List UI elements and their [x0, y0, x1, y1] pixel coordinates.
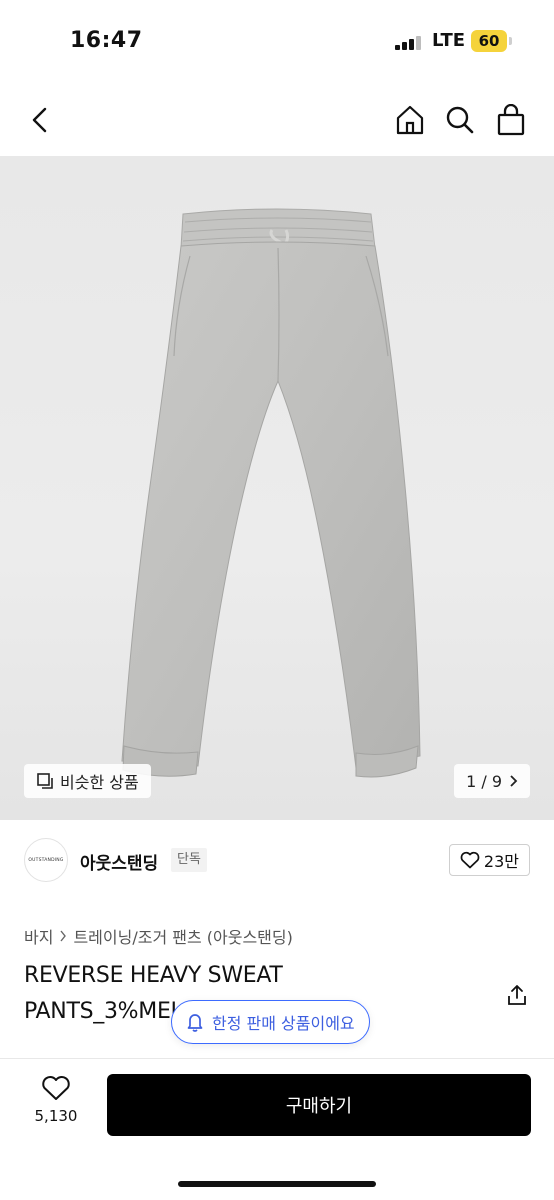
chevron-left-icon[interactable] — [20, 100, 60, 140]
brand-like-button[interactable]: 23만 — [448, 844, 530, 876]
brand-row: OUTSTANDING 아웃스탠딩 단독 23만 — [0, 836, 554, 884]
heart-icon — [460, 851, 480, 869]
signal-icon — [395, 36, 423, 50]
product-image — [121, 208, 421, 778]
limited-sale-text: 한정 판매 상품이에요 — [212, 1014, 355, 1033]
network-label: LTE — [432, 30, 466, 51]
product-like-count: 5,130 — [34, 1107, 78, 1125]
brand-name[interactable]: 아웃스탠딩 — [80, 849, 158, 874]
bell-icon — [187, 1014, 203, 1032]
battery-tip — [509, 37, 512, 45]
similar-products-label: 비슷한 상품 — [60, 773, 139, 792]
bottom-action-bar: 5,130 구매하기 — [0, 1058, 554, 1200]
chevron-right-icon — [510, 775, 518, 787]
product-image-gallery[interactable]: 비슷한 상품 1 / 9 — [0, 156, 554, 820]
breadcrumb-subcategory[interactable]: 트레이닝/조거 팬츠 (아웃스탠딩) — [73, 924, 292, 948]
heart-icon — [42, 1076, 70, 1100]
status-time: 16:47 — [70, 28, 143, 53]
home-icon[interactable] — [390, 100, 430, 140]
brand-like-count: 23만 — [483, 852, 519, 871]
similar-items-icon — [37, 773, 53, 789]
breadcrumb: 바지 트레이닝/조거 팬츠 (아웃스탠딩) — [24, 924, 293, 948]
share-icon[interactable] — [506, 984, 528, 1006]
search-icon[interactable] — [440, 100, 480, 140]
home-indicator — [178, 1181, 376, 1187]
limited-sale-notice[interactable]: 한정 판매 상품이에요 — [171, 1000, 370, 1044]
image-page-indicator[interactable]: 1 / 9 — [454, 764, 530, 798]
similar-products-button[interactable]: 비슷한 상품 — [24, 764, 151, 798]
status-bar: 16:47 LTE 60 — [0, 0, 554, 84]
exclusive-badge: 단독 — [171, 848, 207, 872]
buy-button[interactable]: 구매하기 — [107, 1074, 531, 1136]
breadcrumb-category[interactable]: 바지 — [24, 924, 53, 948]
brand-logo[interactable]: OUTSTANDING — [24, 838, 68, 882]
battery-icon: 60 — [471, 30, 507, 52]
product-like-button[interactable]: 5,130 — [28, 1075, 84, 1125]
chevron-right-icon — [60, 930, 67, 942]
shopping-bag-icon[interactable] — [491, 100, 531, 140]
page-indicator-text: 1 / 9 — [466, 771, 502, 791]
top-navigation — [0, 84, 554, 156]
